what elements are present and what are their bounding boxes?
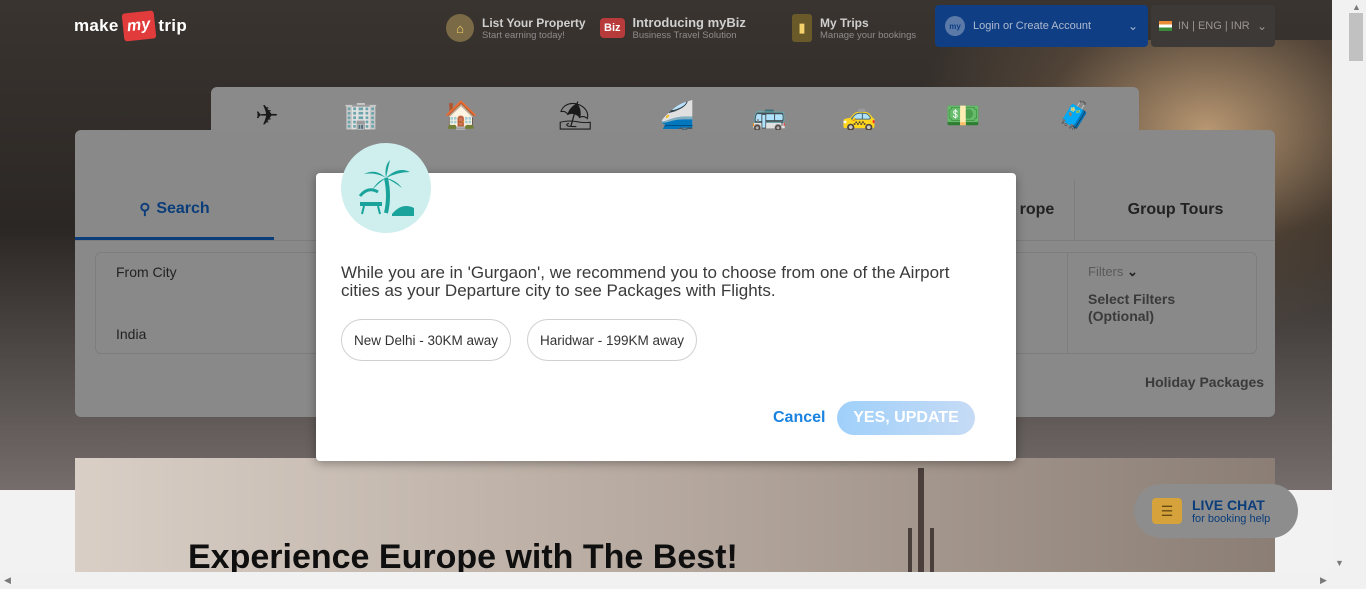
my-trips-link[interactable]: ▮ My Trips Manage your bookings xyxy=(792,12,916,44)
departure-city-modal: While you are in 'Gurgaon', we recommend… xyxy=(316,143,1016,461)
insurance-icon[interactable]: 🧳 xyxy=(1053,97,1097,133)
from-city-label[interactable]: From City xyxy=(116,264,177,280)
login-label: Login or Create Account xyxy=(973,20,1092,32)
cancel-button[interactable]: Cancel xyxy=(773,409,825,427)
city-option-haridwar[interactable]: Haridwar - 199KM away xyxy=(527,319,698,361)
tab-search-label: Search xyxy=(156,199,210,217)
locale-label: IN | ENG | INR xyxy=(1178,20,1250,32)
avatar: my xyxy=(945,16,965,36)
forex-icon[interactable]: 💵 xyxy=(941,97,985,133)
field-divider xyxy=(1067,253,1068,353)
scroll-right-icon[interactable]: ▶ xyxy=(1320,575,1327,586)
chevron-down-icon: ⌄ xyxy=(1256,19,1267,33)
banner-title: Experience Europe with The Best! xyxy=(188,538,738,572)
vertical-scrollbar[interactable] xyxy=(1332,0,1366,572)
logo-make: make xyxy=(74,16,119,35)
list-property-title: List Your Property xyxy=(482,15,586,30)
chevron-down-icon: ⌄ xyxy=(1127,19,1138,33)
city-option-new-delhi[interactable]: New Delhi - 30KM away xyxy=(341,319,512,361)
live-chat-title: LIVE CHAT xyxy=(1192,497,1265,513)
eiffel-tower-base xyxy=(908,528,934,572)
tab-group-tours-label: Group Tours xyxy=(1127,201,1224,218)
mybiz-badge: Biz xyxy=(600,18,625,38)
scroll-left-icon[interactable]: ◀ xyxy=(4,575,11,586)
my-trips-sub: Manage your bookings xyxy=(820,29,917,41)
horizontal-scrollbar[interactable] xyxy=(0,572,1366,589)
hotels-icon[interactable]: 🏢 xyxy=(339,97,383,133)
scroll-up-icon[interactable]: ▲ xyxy=(1352,2,1361,12)
tab-europe-label: rope xyxy=(1019,201,1055,218)
filters-value[interactable]: Select Filters (Optional) xyxy=(1088,291,1208,325)
modal-message: While you are in 'Gurgaon', we recommend… xyxy=(341,263,950,300)
yes-update-button[interactable]: YES, UPDATE xyxy=(837,401,975,435)
package-type-label: Holiday Packages xyxy=(1145,374,1265,390)
tab-europe[interactable]: rope xyxy=(1007,180,1067,240)
makemytrip-logo[interactable]: make my trip xyxy=(74,10,188,42)
live-chat-button[interactable]: ☰ LIVE CHAT for booking help xyxy=(1134,484,1298,538)
search-icon: ⚲ xyxy=(139,200,151,218)
scroll-down-icon[interactable]: ▼ xyxy=(1335,558,1344,568)
promo-banner[interactable]: Experience Europe with The Best! xyxy=(75,458,1275,572)
tab-group-tours[interactable]: Group Tours xyxy=(1074,180,1276,240)
mybiz-link[interactable]: Biz Introducing myBiz Business Travel So… xyxy=(600,12,746,44)
filters-label: Filters xyxy=(1088,264,1124,279)
logo-trip: trip xyxy=(158,16,188,35)
home-icon: ⌂ xyxy=(446,14,474,42)
cabs-icon[interactable]: 🚕 xyxy=(837,97,881,133)
live-chat-sub: for booking help xyxy=(1192,513,1271,525)
filters-dropdown[interactable]: Filters ⌄ xyxy=(1088,264,1138,280)
chevron-down-icon: ⌄ xyxy=(1127,264,1138,279)
chat-icon: ☰ xyxy=(1152,498,1182,524)
holiday-packages-icon[interactable]: ⛱ xyxy=(553,97,597,133)
page-background: make my trip ⌂ List Your Property Start ea… xyxy=(0,0,1332,572)
list-property-link[interactable]: ⌂ List Your Property Start earning today… xyxy=(446,12,586,44)
beach-palm-icon xyxy=(341,143,431,233)
mybiz-sub: Business Travel Solution xyxy=(632,30,737,41)
login-button[interactable]: my Login or Create Account ⌄ xyxy=(935,5,1148,47)
logo-my: my xyxy=(121,10,156,42)
flights-icon[interactable]: ✈ xyxy=(245,97,289,133)
homestays-icon[interactable]: 🏠 xyxy=(439,97,483,133)
buses-icon[interactable]: 🚌 xyxy=(747,97,791,133)
my-trips-title: My Trips xyxy=(820,15,869,30)
mybiz-title: Introducing myBiz xyxy=(632,15,746,30)
india-flag-icon xyxy=(1159,21,1172,31)
tab-search[interactable]: ⚲ Search xyxy=(75,180,274,240)
suitcase-icon: ▮ xyxy=(792,14,812,42)
locale-selector[interactable]: IN | ENG | INR ⌄ xyxy=(1151,5,1275,47)
trains-icon[interactable]: 🚄 xyxy=(655,97,699,133)
from-city-value[interactable]: India xyxy=(116,326,146,342)
list-property-sub: Start earning today! xyxy=(482,29,565,41)
vertical-scroll-thumb[interactable] xyxy=(1349,13,1363,61)
